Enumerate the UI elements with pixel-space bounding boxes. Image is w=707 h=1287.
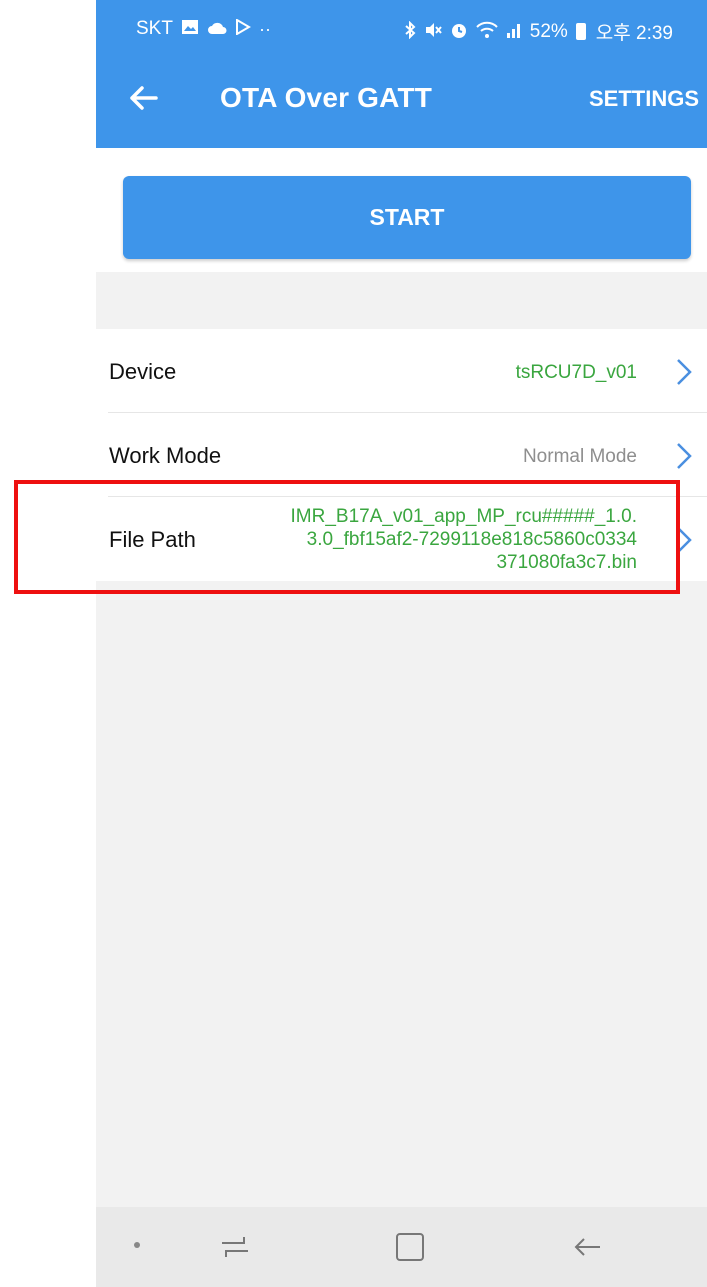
back-arrow-icon[interactable] xyxy=(126,80,162,116)
alarm-icon xyxy=(450,21,468,43)
device-value: tsRCU7D_v01 xyxy=(515,362,637,383)
gallery-icon xyxy=(181,19,199,39)
status-left: SKT ·· xyxy=(136,18,271,40)
cloud-icon xyxy=(207,19,227,39)
work-mode-label: Work Mode xyxy=(109,443,222,468)
app-header: SKT ·· 52% 오후 2:39 OTA Over GATT SETTING… xyxy=(96,0,707,148)
chevron-right-icon xyxy=(677,359,692,385)
system-nav-bar xyxy=(96,1207,707,1287)
clock: 오후 2:39 xyxy=(595,23,673,44)
play-store-icon xyxy=(235,18,251,39)
status-bar: SKT ·· 52% 오후 2:39 xyxy=(96,0,707,58)
start-section: START xyxy=(96,148,707,272)
bluetooth-icon xyxy=(404,20,416,43)
home-icon[interactable] xyxy=(394,1231,426,1263)
back-icon[interactable] xyxy=(570,1231,604,1263)
list-item-device[interactable]: Device tsRCU7D_v01 xyxy=(96,329,707,413)
nav-dot-indicator xyxy=(134,1242,140,1248)
device-label: Device xyxy=(109,359,177,384)
work-mode-value: Normal Mode xyxy=(522,446,637,467)
signal-icon xyxy=(506,21,522,43)
wifi-icon xyxy=(476,21,498,43)
highlight-box xyxy=(14,480,680,594)
start-button[interactable]: START xyxy=(123,176,691,259)
section-spacer xyxy=(96,272,707,329)
page-title: OTA Over GATT xyxy=(220,82,433,113)
mute-icon xyxy=(424,21,442,43)
battery-percent: 52% xyxy=(529,20,568,42)
carrier-label: SKT xyxy=(136,18,173,39)
battery-icon xyxy=(575,23,586,40)
more-icon: ·· xyxy=(258,19,271,39)
settings-button[interactable]: SETTINGS xyxy=(589,86,699,112)
phone-screen: SKT ·· 52% 오후 2:39 OTA Over GATT SETTING… xyxy=(96,0,707,1287)
chevron-right-icon xyxy=(677,443,692,469)
toolbar: OTA Over GATT SETTINGS xyxy=(96,60,707,146)
status-right: 52% 오후 2:39 xyxy=(404,18,673,45)
recents-icon[interactable] xyxy=(218,1231,252,1263)
